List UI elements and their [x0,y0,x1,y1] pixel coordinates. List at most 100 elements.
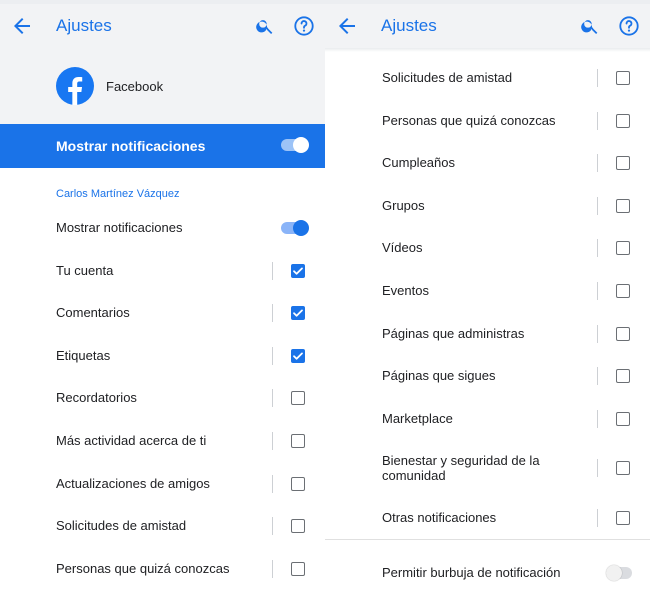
checkbox[interactable] [616,198,630,213]
setting-row-solicitudes-de-amistad[interactable]: Solicitudes de amistad [325,58,650,98]
setting-label: Páginas que administras [382,325,525,341]
setting-row-personas-que-quiza-conozcas[interactable]: Personas que quizá conozcas [325,101,650,141]
row-separator [597,111,598,130]
row-separator [272,304,273,323]
setting-label: Permitir burbuja de notificación [382,565,561,580]
setting-row-mas-actividad-acerca-de-ti[interactable]: Más actividad acerca de ti [0,421,325,461]
help-circle-icon[interactable] [293,15,315,37]
checkbox[interactable] [291,561,305,576]
checkbox[interactable] [291,391,305,406]
setting-row-comentarios[interactable]: Comentarios [0,293,325,333]
setting-row-mostrar-notificaciones[interactable]: Mostrar notificaciones [0,208,325,248]
row-separator [272,261,273,280]
setting-row-videos[interactable]: Vídeos [325,228,650,268]
setting-row-paginas-que-sigues[interactable]: Páginas que sigues [325,356,650,396]
row-separator [272,559,273,578]
setting-label: Personas que quizá conozcas [56,560,230,576]
section-divider [325,539,650,540]
setting-label: Solicitudes de amistad [56,518,187,534]
row-separator [597,196,598,215]
row-separator [597,509,598,527]
setting-label: Mostrar notificaciones [56,220,183,235]
row-separator [597,367,598,386]
checkbox[interactable] [616,461,630,475]
checkbox[interactable] [616,411,630,426]
search-icon[interactable] [580,16,600,36]
setting-label: Etiquetas [56,347,111,363]
setting-row-marketplace[interactable]: Marketplace [325,399,650,439]
row-separator [272,346,273,365]
row-separator [272,517,273,536]
settings-panel-left: Ajustes Facebook Mostrar notificaciones … [0,4,325,597]
master-notifications-switch[interactable] [281,137,309,153]
setting-label: Actualizaciones de amigos [56,475,210,491]
row-separator [597,409,598,428]
master-toggle-label: Mostrar notificaciones [56,138,206,154]
setting-label: Cumpleaños [382,155,455,171]
checkbox[interactable] [616,511,630,525]
app-name: Facebook [106,79,164,94]
setting-row-bienestar-y-seguridad-de-la-comunidad[interactable]: Bienestar y seguridad de la comunidad [325,448,650,488]
toggle-switch[interactable] [281,220,309,236]
setting-label: Solicitudes de amistad [382,70,513,85]
row-separator [597,154,598,173]
help-circle-icon[interactable] [618,15,640,37]
setting-label: Marketplace [382,410,453,426]
row-separator [597,459,598,477]
setting-row-personas-que-quiza-conozcas[interactable]: Personas que quizá conozcas [0,549,325,589]
account-section-title: Carlos Martínez Vázquez [56,188,180,200]
page-title: Ajustes [56,16,112,35]
setting-row-permitir-burbuja-de-notificacion[interactable]: Permitir burbuja de notificación [325,553,650,593]
checkbox[interactable] [616,241,630,256]
row-separator [597,282,598,300]
row-separator [272,432,273,450]
setting-row-etiquetas[interactable]: Etiquetas [0,336,325,376]
checkbox[interactable] [291,476,305,491]
setting-row-solicitudes-de-amistad[interactable]: Solicitudes de amistad [0,506,325,546]
checkbox-checked[interactable] [291,348,305,363]
checkbox[interactable] [616,326,630,341]
setting-row-paginas-que-administras[interactable]: Páginas que administras [325,314,650,354]
setting-row-cumpleanos[interactable]: Cumpleaños [325,143,650,183]
setting-label: Páginas que sigues [382,368,496,384]
checkbox[interactable] [291,519,305,534]
setting-label: Recordatorios [56,390,137,406]
setting-label: Bienestar y seguridad de la comunidad [382,453,540,483]
toggle-switch[interactable] [606,565,634,581]
search-icon[interactable] [255,16,275,36]
row-separator [597,324,598,343]
arrow-left-icon[interactable] [335,14,359,38]
setting-label: Tu cuenta [56,262,114,278]
row-separator [272,474,273,493]
setting-row-actualizaciones-de-amigos[interactable]: Actualizaciones de amigos [0,464,325,504]
checkbox-checked[interactable] [291,306,305,321]
setting-row-otras-notificaciones[interactable]: Otras notificaciones [325,498,650,538]
arrow-left-icon[interactable] [10,14,34,38]
settings-panel-right: Ajustes Solicitudes de amistad Personas q… [325,4,650,597]
master-notifications-toggle-row[interactable]: Mostrar notificaciones [0,124,325,168]
setting-label: Eventos [382,283,429,298]
setting-row-tu-cuenta[interactable]: Tu cuenta [0,251,325,291]
setting-label: Personas que quizá conozcas [382,112,556,128]
setting-row-recordatorios[interactable]: Recordatorios [0,378,325,418]
setting-row-grupos[interactable]: Grupos [325,186,650,226]
facebook-logo-icon [56,67,94,105]
checkbox[interactable] [616,156,630,171]
setting-label: Otras notificaciones [382,510,497,525]
checkbox[interactable] [616,71,630,85]
row-separator [272,389,273,408]
checkbox[interactable] [616,369,630,384]
row-separator [597,239,598,258]
app-bar: Ajustes [325,4,650,48]
setting-label: Grupos [382,197,425,213]
row-separator [597,69,598,87]
setting-label: Comentarios [56,305,130,321]
app-bar-shadow [325,48,650,52]
checkbox[interactable] [616,284,630,298]
checkbox[interactable] [616,113,630,128]
setting-row-eventos[interactable]: Eventos [325,271,650,311]
setting-label: Más actividad acerca de ti [56,433,207,448]
checkbox[interactable] [291,434,305,448]
checkbox-checked[interactable] [291,263,305,278]
app-header: Facebook [0,48,325,124]
